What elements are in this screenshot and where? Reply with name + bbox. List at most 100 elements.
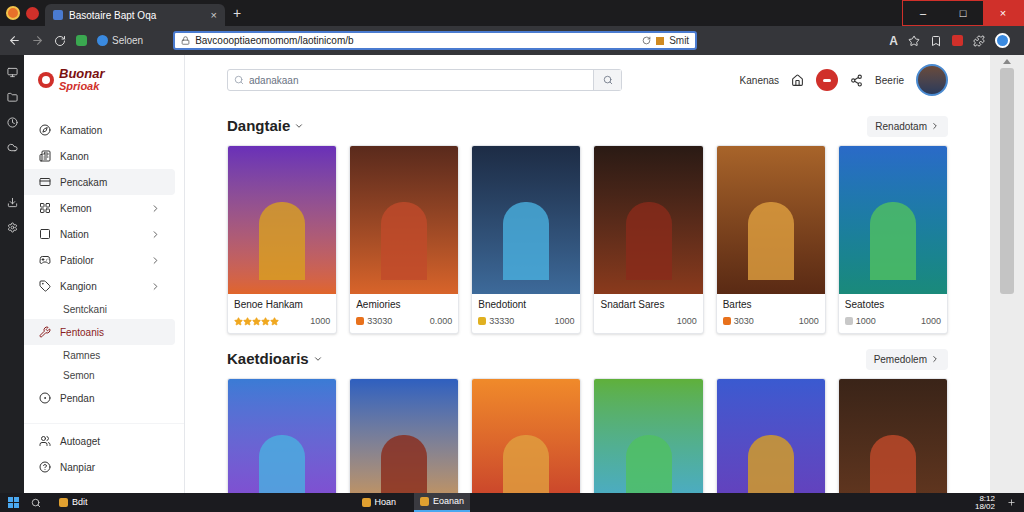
taskbar-app[interactable]: Bdit (53, 493, 94, 512)
chevron-down-icon[interactable] (294, 121, 304, 131)
cloud-icon[interactable] (7, 142, 18, 153)
sidebar-item-label: Nation (60, 227, 141, 242)
app-icon (59, 498, 68, 507)
sidebar-item[interactable]: Pendan (24, 385, 175, 411)
card-grid (227, 378, 948, 493)
game-card[interactable]: Seatotes10001000 (838, 145, 948, 334)
app-icon (420, 497, 429, 506)
profile-icon[interactable] (97, 35, 108, 46)
forward-icon[interactable] (31, 34, 44, 47)
folder-icon[interactable] (7, 92, 18, 103)
sidebar-subitem[interactable]: Ramnes (24, 345, 184, 365)
sidebar-item[interactable]: Nanpiar (24, 454, 175, 480)
sidebar-item-icon (39, 124, 51, 136)
window-control-button[interactable]: × (983, 1, 1023, 25)
extension-icon[interactable] (76, 35, 87, 46)
game-card[interactable] (471, 378, 581, 493)
search-button[interactable] (593, 70, 621, 90)
taskbar-app[interactable]: Hoan (356, 493, 403, 512)
header-link[interactable]: Kanenas (740, 73, 779, 88)
sidebar-item-label: Pendan (60, 391, 161, 406)
game-card[interactable]: Bartes30301000 (716, 145, 826, 334)
home-icon[interactable] (791, 74, 804, 87)
sidebar-item[interactable]: Kemon (24, 195, 175, 221)
scrollbar[interactable] (990, 55, 1024, 493)
download-icon[interactable] (7, 197, 18, 208)
search-icon[interactable] (31, 498, 41, 508)
game-title: Aemiories (356, 298, 452, 312)
extension-icon[interactable] (952, 35, 963, 46)
sidebar-item-icon (39, 326, 51, 338)
game-art (839, 379, 947, 493)
site-header: adanakaan Kanenas Beerie (227, 55, 948, 105)
count-badge (845, 317, 853, 325)
window-control-button[interactable]: □ (943, 1, 983, 25)
sidebar-item[interactable]: Pencakam (24, 169, 175, 195)
game-price: 1000 (799, 315, 819, 327)
scrollbar-thumb[interactable] (1000, 68, 1014, 294)
account-icon[interactable] (995, 33, 1010, 48)
game-card[interactable]: Bnedotiont333301000 (471, 145, 581, 334)
count-badge (723, 317, 731, 325)
game-card[interactable]: Snadart Sares1000 (593, 145, 703, 334)
windows-logo-icon[interactable] (8, 497, 19, 508)
sidebar-subitem[interactable]: Semon (24, 365, 184, 385)
reader-button[interactable]: A (889, 32, 898, 50)
window-control-button[interactable]: – (903, 1, 943, 25)
notification-button[interactable] (816, 69, 838, 91)
history-icon[interactable] (7, 117, 18, 128)
section-button[interactable]: Renadotam (867, 116, 948, 137)
sidebar-subitem[interactable]: Sentckani (24, 299, 184, 319)
site-logo[interactable]: BuonarSprioak (24, 55, 184, 105)
clock[interactable]: 8:1218/02 (975, 495, 995, 511)
bookmark-star-icon[interactable] (908, 35, 920, 47)
sidebar-item[interactable]: Patiolor (24, 247, 175, 273)
screen: Basotaire Bapt Oqa×+–□×SeloenBavcoooptia… (0, 0, 1024, 512)
game-card[interactable]: Aemiories330300.000 (349, 145, 459, 334)
game-price: 0.000 (430, 315, 453, 327)
game-card[interactable] (227, 378, 337, 493)
sidebar-item[interactable]: Autoaget (24, 428, 175, 454)
reload-icon[interactable] (54, 35, 66, 47)
user-avatar[interactable] (916, 64, 948, 96)
game-card[interactable]: Benoe Hankam1000 (227, 145, 337, 334)
section-button[interactable]: Pemedolem (866, 349, 948, 370)
count-badge (356, 317, 364, 325)
user-name[interactable]: Beerie (875, 73, 904, 88)
clock-date: 18/02 (975, 503, 995, 511)
sidebar-item[interactable]: Kangion (24, 273, 175, 299)
sidebar-item-label: Fentoanis (60, 325, 161, 340)
game-card[interactable] (838, 378, 948, 493)
taskbar-app[interactable]: Eoanan (414, 493, 470, 512)
monitor-icon[interactable] (7, 67, 18, 78)
search-placeholder: adanakaan (249, 73, 593, 88)
search-field[interactable]: adanakaan (227, 69, 622, 91)
puzzle-icon[interactable] (973, 35, 985, 47)
sidebar-item[interactable]: Kanon (24, 143, 175, 169)
sidebar-item-icon (39, 280, 51, 292)
tab-close-button[interactable]: × (211, 7, 217, 24)
game-card[interactable] (593, 378, 703, 493)
address-action[interactable]: Smit (669, 33, 689, 48)
address-bar[interactable]: Bavcoooptiaeomomom/laotinicom/bSmit (173, 31, 697, 50)
game-card[interactable] (349, 378, 459, 493)
chevron-right-icon (930, 121, 940, 131)
sidebar-group: AutoagetNanpiar (24, 423, 184, 480)
app-icon (362, 498, 371, 507)
game-card[interactable] (716, 378, 826, 493)
share-icon[interactable] (850, 74, 863, 87)
main-content: adanakaanKanenasBeerieDangtaieRenadotamB… (185, 55, 990, 493)
sidebar-item[interactable]: Kamation (24, 117, 175, 143)
bookmarks-icon[interactable] (930, 35, 942, 47)
chevron-down-icon[interactable] (313, 354, 323, 364)
sidebar-item[interactable]: Nation (24, 221, 175, 247)
back-icon[interactable] (8, 34, 21, 47)
settings-icon[interactable] (7, 222, 18, 233)
notification-icon[interactable] (1007, 498, 1016, 507)
browser-tab[interactable]: Basotaire Bapt Oqa× (45, 4, 225, 26)
sidebar-item[interactable]: Fentoanis (24, 319, 175, 345)
refresh-icon[interactable] (642, 36, 651, 45)
new-tab-button[interactable]: + (225, 3, 249, 24)
profile-label[interactable]: Seloen (112, 33, 143, 48)
game-count: 3030 (734, 315, 754, 327)
